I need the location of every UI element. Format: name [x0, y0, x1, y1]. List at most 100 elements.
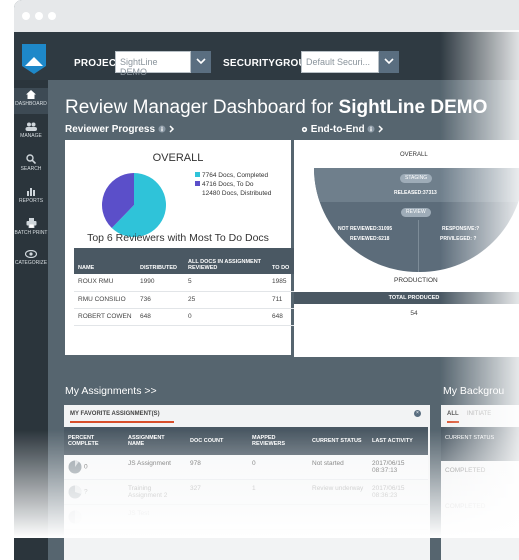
column-header[interactable]: ASSIGNMENT NAME	[124, 427, 186, 455]
top-reviewers-title: Top 6 Reviewers with Most To Do Docs	[87, 232, 269, 244]
overall-chart-title: OVERALL	[152, 152, 204, 164]
total-produced-header: TOTAL PRODUCED	[294, 292, 519, 304]
top-bar	[14, 32, 519, 80]
sidebar-item-categorize[interactable]: CATEGORIZE	[14, 248, 48, 274]
column-header[interactable]: TO DO	[268, 248, 294, 274]
reviewer-name: ROBERT COWEN	[74, 308, 136, 326]
reviewer-progress-link[interactable]: Reviewer Progress	[65, 124, 175, 135]
my-assignments-link[interactable]: My Assignments >>	[65, 385, 157, 397]
released-count: RELEASED:37313	[394, 190, 437, 196]
table-row[interactable]: 0 JS Assignment 978 0 Not started 2017/0…	[64, 455, 428, 480]
last-activity	[368, 504, 428, 530]
column-header[interactable]: LAST ACTIVITY	[368, 427, 428, 455]
doc-count: 978	[186, 455, 248, 480]
column-header[interactable]: DISTRIBUTED	[136, 248, 184, 274]
review-pill: REVIEW	[401, 208, 431, 217]
end-to-end-link[interactable]: End-to-End	[301, 124, 384, 135]
tab-all[interactable]: ALL	[447, 411, 459, 417]
job-status: COMPLETED	[445, 503, 486, 510]
sightline-logo[interactable]	[22, 44, 46, 74]
project-select[interactable]: SightLine DEMO	[115, 51, 191, 77]
main-content: Review Manager Dashboard for SightLine D…	[48, 80, 519, 560]
reviewed-count: 5	[184, 274, 268, 292]
active-tab-indicator	[70, 421, 174, 423]
assignment-name[interactable]: JS Assignment	[124, 455, 186, 480]
reviewer-progress-label: Reviewer Progress	[65, 124, 156, 135]
close-icon[interactable]: ×	[414, 410, 421, 417]
info-icon[interactable]	[367, 125, 375, 133]
users-icon	[25, 122, 37, 131]
progress-pie-icon	[68, 510, 82, 524]
table-row[interactable]: RMU CONSILIO 736 25 711	[74, 291, 294, 309]
doc-count: 327	[186, 479, 248, 505]
sidebar-item-manage[interactable]: MANAGE	[14, 120, 48, 146]
window-dot[interactable]	[35, 12, 43, 20]
distributed-count: 736	[136, 291, 184, 309]
chevron-right-icon[interactable]	[169, 125, 175, 133]
staging-pill: STAGING	[400, 174, 433, 183]
current-status: Not started	[308, 455, 368, 480]
column-header[interactable]: NAME	[74, 248, 136, 274]
assignment-name[interactable]: JS Test	[124, 504, 186, 530]
window-dot[interactable]	[48, 12, 56, 20]
sidebar-item-reports[interactable]: REPORTS	[14, 184, 48, 210]
sidebar-item-dashboard[interactable]: DASHBOARD	[14, 88, 48, 114]
percent-cell: 0	[64, 455, 124, 480]
percent-cell: ?	[64, 479, 124, 505]
overall-pie-chart	[102, 173, 166, 237]
info-icon[interactable]	[158, 125, 166, 133]
column-header[interactable]: MAPPED REVIEWERS	[248, 427, 308, 455]
eye-icon	[25, 250, 37, 258]
doc-count	[186, 504, 248, 530]
securitygroup-dropdown-button[interactable]	[379, 51, 399, 73]
not-reviewed-count: NOT REVIEWED:31095	[338, 226, 393, 232]
gear-icon[interactable]	[301, 126, 308, 133]
todo-count: 1985	[268, 274, 294, 292]
tab-initiated[interactable]: INITIATE	[467, 411, 491, 417]
assignment-name[interactable]: Training Assignment 2	[124, 479, 186, 505]
reviewed-count: 0	[184, 308, 268, 326]
mapped-reviewers	[248, 504, 308, 530]
review-divider	[418, 220, 419, 272]
page-title: Review Manager Dashboard for SightLine D…	[65, 97, 487, 119]
chevron-down-icon	[196, 58, 206, 65]
sidebar-item-label: BATCH PRINT	[14, 230, 48, 236]
mapped-reviewers: 0	[248, 455, 308, 480]
column-header[interactable]: PERCENT COMPLETE	[64, 427, 124, 455]
column-header[interactable]: DOC COUNT	[186, 427, 248, 455]
chevron-right-icon[interactable]	[378, 125, 384, 133]
distributed-count: 1990	[136, 274, 184, 292]
sidebar-item-search[interactable]: SEARCH	[14, 152, 48, 178]
legend-text: 4716 Docs, To Do	[202, 181, 254, 188]
pie-legend: 7764 Docs, Completed 4716 Docs, To Do 12…	[195, 171, 271, 198]
top-reviewers-table: NAME DISTRIBUTED ALL DOCS IN ASSIGNMENT …	[74, 248, 294, 326]
reviewer-progress-panel: OVERALL 7764 Docs, Completed 4716 Docs, …	[65, 140, 299, 355]
current-status	[308, 504, 368, 530]
column-header[interactable]: CURRENT STATUS	[308, 427, 368, 455]
sidebar-item-label: DASHBOARD	[15, 101, 47, 107]
legend-text: 12480 Docs, Distributed	[202, 190, 272, 197]
assignments-panel: MY FAVORITE ASSIGNMENT(S) × PERCENT COMP…	[64, 405, 430, 560]
privileged-count: PRIVILEGED: ?	[440, 236, 477, 242]
column-header[interactable]: ALL DOCS IN ASSIGNMENT REVIEWED	[184, 248, 268, 274]
active-tab-indicator	[447, 421, 459, 423]
sidebar-item-batch-print[interactable]: BATCH PRINT	[14, 216, 48, 242]
project-dropdown-button[interactable]	[191, 51, 211, 73]
last-activity: 2017/06/15 08:37:13	[368, 455, 428, 480]
percent-value: ?	[84, 488, 88, 496]
tab-favorite-assignments[interactable]: MY FAVORITE ASSIGNMENT(S)	[70, 411, 160, 417]
table-row[interactable]: ? Training Assignment 2 327 1 Review und…	[64, 479, 428, 505]
browser-window: PROJECT: SightLine DEMO SECURITYGROUP: D…	[14, 0, 519, 560]
pipeline-semicircle: STAGING RELEASED:37313 REVIEW NOT REVIEW…	[314, 168, 519, 272]
legend-item: 12480 Docs, Distributed	[195, 189, 271, 198]
progress-pie-fill	[75, 510, 82, 524]
table-row[interactable]: ROUX RMU 1990 5 1985	[74, 274, 294, 292]
table-row[interactable]: JS Test	[64, 504, 428, 530]
column-header[interactable]: CURRENT STATUS	[441, 427, 519, 461]
legend-item: 4716 Docs, To Do	[195, 180, 271, 189]
securitygroup-select[interactable]: Default Securi...	[301, 51, 379, 73]
window-dot[interactable]	[22, 12, 30, 20]
home-icon	[26, 90, 36, 99]
table-row[interactable]: ROBERT COWEN 648 0 648	[74, 308, 294, 326]
my-background-link[interactable]: My Backgrou	[443, 385, 504, 397]
